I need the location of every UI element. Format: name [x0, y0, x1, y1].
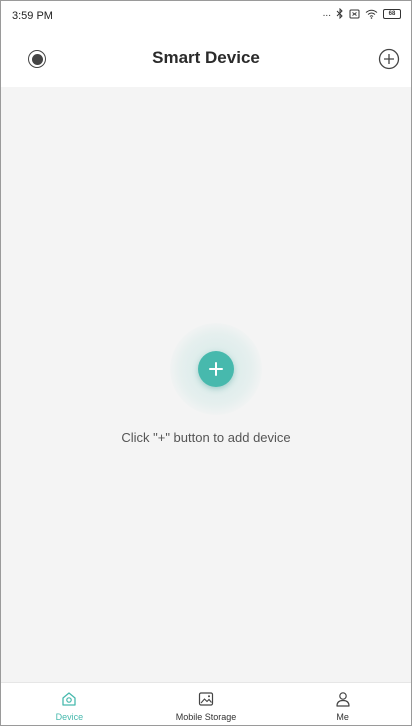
- nav-label-device: Device: [55, 712, 84, 722]
- plus-circle-icon: [378, 48, 400, 70]
- person-icon: [336, 692, 350, 707]
- bottom-nav: Device Mobile Storage Me: [1, 682, 411, 725]
- status-bar: 3:59 PM ... 68: [1, 1, 411, 31]
- empty-hint-text: Click "+" button to add device: [121, 430, 291, 445]
- status-time: 3:59 PM: [12, 10, 53, 22]
- battery-icon: 68: [383, 8, 401, 19]
- more-dots: ...: [322, 8, 331, 19]
- page-title: Smart Device: [152, 48, 260, 67]
- add-device-button[interactable]: [198, 351, 234, 387]
- device-list-empty: Click "+" button to add device: [1, 87, 411, 682]
- sim-icon: [349, 9, 360, 19]
- nav-label-me: Me: [336, 712, 349, 722]
- status-icons: ... 68: [323, 8, 401, 19]
- app-header: Smart Device: [1, 31, 411, 87]
- device-icon: [62, 692, 76, 706]
- add-device-header-button[interactable]: [378, 48, 400, 70]
- plus-icon: [209, 362, 223, 376]
- bluetooth-icon: [336, 8, 344, 19]
- nav-label-mobile-storage: Mobile Storage: [175, 712, 237, 722]
- phone-screen: 3:59 PM ... 68 Smart Device Click "+" bu…: [0, 0, 412, 726]
- nav-item-device[interactable]: Device: [1, 683, 138, 725]
- image-icon: [198, 692, 214, 706]
- nav-item-mobile-storage[interactable]: Mobile Storage: [138, 683, 275, 725]
- wifi-icon: [365, 9, 378, 19]
- nav-item-me[interactable]: Me: [274, 683, 411, 725]
